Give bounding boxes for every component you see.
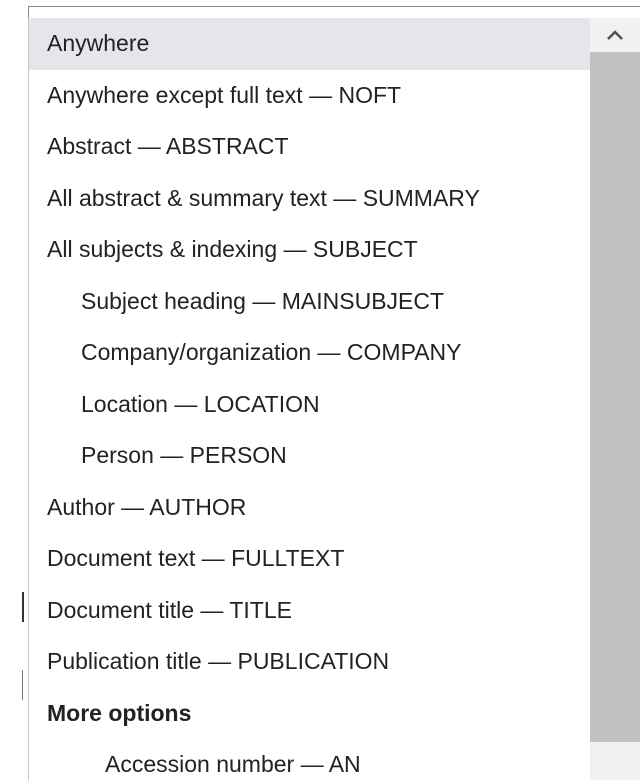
dropdown-option[interactable]: All subjects & indexing — SUBJECT bbox=[29, 224, 590, 276]
scrollbar-thumb[interactable] bbox=[590, 52, 640, 742]
dropdown-option[interactable]: Person — PERSON bbox=[29, 430, 590, 482]
option-group-header: More options bbox=[47, 699, 192, 726]
dropdown-option[interactable]: Document text — FULLTEXT bbox=[29, 533, 590, 585]
dropdown-option[interactable]: Document title — TITLE bbox=[29, 585, 590, 637]
chevron-up-icon bbox=[607, 30, 623, 40]
dropdown-scrollbar[interactable] bbox=[590, 18, 640, 780]
dropdown-option[interactable]: Subject heading — MAINSUBJECT bbox=[29, 276, 590, 328]
dropdown-option[interactable]: Publication title — PUBLICATION bbox=[29, 636, 590, 688]
dropdown-option[interactable]: Accession number — AN bbox=[29, 739, 590, 780]
dropdown-option[interactable]: Location — LOCATION bbox=[29, 379, 590, 431]
scroll-up-button[interactable] bbox=[590, 18, 640, 52]
search-field-dropdown: Anywhere Anywhere except full text — NOFT… bbox=[29, 18, 640, 780]
dropdown-option[interactable]: Author — AUTHOR bbox=[29, 482, 590, 534]
dropdown-option[interactable]: Company/organization — COMPANY bbox=[29, 327, 590, 379]
dropdown-option[interactable]: Anywhere except full text — NOFT bbox=[29, 70, 590, 122]
dropdown-option[interactable]: All abstract & summary text — SUMMARY bbox=[29, 173, 590, 225]
dropdown-option[interactable]: Abstract — ABSTRACT bbox=[29, 121, 590, 173]
dropdown-option[interactable]: Anywhere bbox=[29, 18, 590, 70]
search-field-options-list: Anywhere Anywhere except full text — NOFT… bbox=[29, 18, 590, 780]
